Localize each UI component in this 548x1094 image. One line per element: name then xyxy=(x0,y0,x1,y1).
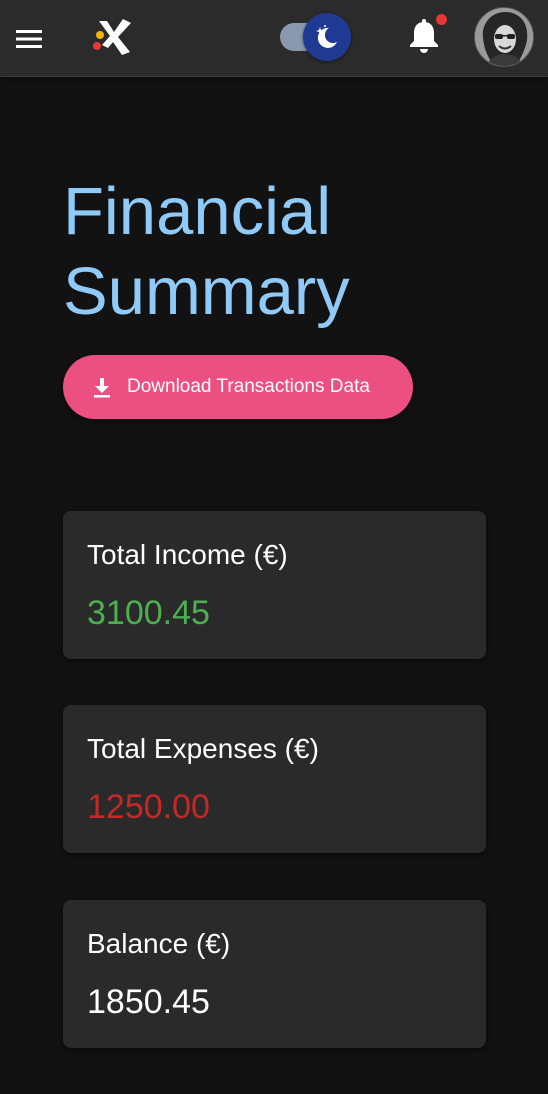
user-avatar[interactable] xyxy=(474,7,534,67)
balance-label: Balance (€) xyxy=(87,928,231,959)
download-button-label: Download Transactions Data xyxy=(127,376,370,397)
balance-value: 1850.45 xyxy=(87,983,210,1021)
app-bar xyxy=(0,0,548,77)
menu-icon xyxy=(16,30,42,48)
total-income-value: 3100.45 xyxy=(87,594,210,632)
page-title-line-2: Summary xyxy=(63,254,350,329)
total-income-label: Total Income (€) xyxy=(87,539,288,570)
total-expenses-label: Total Expenses (€) xyxy=(87,733,319,764)
star-logo-icon xyxy=(93,19,131,55)
page-title: Financial Summary xyxy=(63,172,503,332)
toggle-knob xyxy=(303,13,351,61)
caixabank-logo[interactable] xyxy=(86,15,136,59)
total-expenses-card: Total Expenses (€) 1250.00 xyxy=(63,705,486,853)
notifications-button[interactable] xyxy=(403,14,447,58)
notification-badge xyxy=(436,14,447,25)
download-transactions-button[interactable]: Download Transactions Data xyxy=(63,355,413,419)
theme-toggle[interactable] xyxy=(280,13,352,61)
total-income-card: Total Income (€) 3100.45 xyxy=(63,511,486,659)
download-icon xyxy=(91,376,113,398)
total-expenses-value: 1250.00 xyxy=(87,788,210,826)
moon-stars-icon xyxy=(316,25,337,48)
page-title-line-1: Financial xyxy=(63,174,332,249)
menu-button[interactable] xyxy=(10,20,48,58)
avatar-image xyxy=(475,8,533,66)
balance-card: Balance (€) 1850.45 xyxy=(63,900,486,1048)
